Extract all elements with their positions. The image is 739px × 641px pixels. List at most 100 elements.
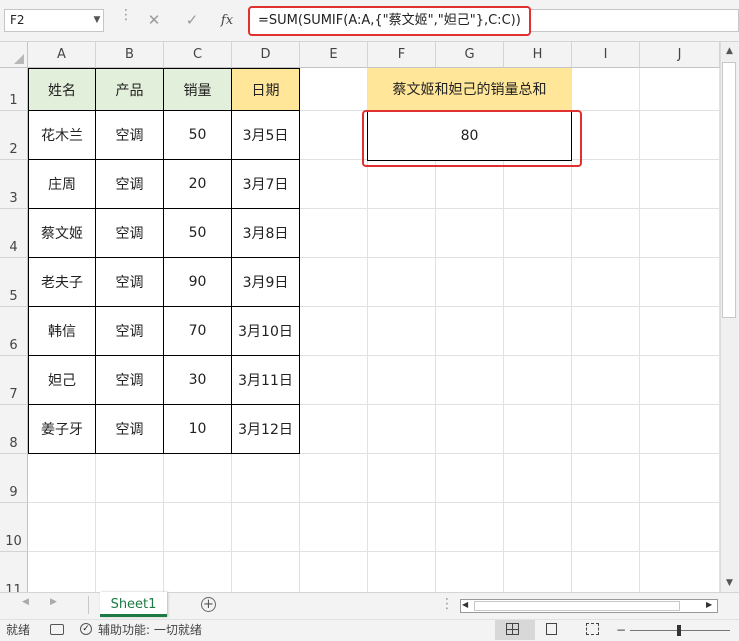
macro-record-icon[interactable] (50, 624, 64, 635)
cell-f7[interactable] (368, 356, 436, 405)
cell-g11[interactable] (436, 552, 504, 592)
formula-input-extension[interactable] (531, 9, 739, 32)
cell-j11[interactable] (640, 552, 720, 592)
table-cell[interactable]: 90 (164, 258, 232, 307)
cell-g9[interactable] (436, 454, 504, 503)
table-cell[interactable]: 韩信 (28, 307, 96, 356)
column-header-j[interactable]: J (640, 42, 720, 68)
cell-g8[interactable] (436, 405, 504, 454)
table-cell[interactable]: 20 (164, 160, 232, 209)
cell-j2[interactable] (640, 111, 720, 160)
table-cell[interactable]: 3月5日 (232, 111, 300, 160)
cell-i5[interactable] (572, 258, 640, 307)
cell-e1[interactable] (300, 68, 368, 111)
cell-f9[interactable] (368, 454, 436, 503)
cell-f8[interactable] (368, 405, 436, 454)
table-header-cell[interactable]: 销量 (164, 68, 232, 111)
cell-g7[interactable] (436, 356, 504, 405)
column-header-a[interactable]: A (28, 42, 96, 68)
cell-g3[interactable] (436, 160, 504, 209)
cell-g6[interactable] (436, 307, 504, 356)
cell-j10[interactable] (640, 503, 720, 552)
cell-a9[interactable] (28, 454, 96, 503)
table-header-cell[interactable]: 产品 (96, 68, 164, 111)
spreadsheet-grid[interactable]: A B C D E F G H I J 1 2 3 4 5 6 7 8 9 10… (0, 42, 720, 592)
cell-e3[interactable] (300, 160, 368, 209)
cell-f11[interactable] (368, 552, 436, 592)
cell-e6[interactable] (300, 307, 368, 356)
table-cell[interactable]: 70 (164, 307, 232, 356)
insert-function-icon[interactable]: fx (214, 9, 240, 32)
drag-handle-icon[interactable]: ⋮ (119, 8, 133, 30)
table-cell[interactable]: 花木兰 (28, 111, 96, 160)
column-header-h[interactable]: H (504, 42, 572, 68)
table-cell[interactable]: 庄周 (28, 160, 96, 209)
cell-b9[interactable] (96, 454, 164, 503)
cell-e8[interactable] (300, 405, 368, 454)
cell-e7[interactable] (300, 356, 368, 405)
add-sheet-icon[interactable]: + (201, 597, 216, 612)
cell-c11[interactable] (164, 552, 232, 592)
cell-f5[interactable] (368, 258, 436, 307)
row-header-4[interactable]: 4 (0, 209, 28, 258)
cell-i2[interactable] (572, 111, 640, 160)
table-cell[interactable]: 姜子牙 (28, 405, 96, 454)
row-header-9[interactable]: 9 (0, 454, 28, 503)
column-header-b[interactable]: B (96, 42, 164, 68)
cell-h10[interactable] (504, 503, 572, 552)
table-cell[interactable]: 3月8日 (232, 209, 300, 258)
cell-f4[interactable] (368, 209, 436, 258)
table-cell[interactable]: 50 (164, 209, 232, 258)
cell-f6[interactable] (368, 307, 436, 356)
page-layout-view-icon[interactable] (546, 623, 557, 635)
table-cell[interactable]: 空调 (96, 160, 164, 209)
cell-h4[interactable] (504, 209, 572, 258)
cell-d11[interactable] (232, 552, 300, 592)
zoom-out-icon[interactable]: − (616, 624, 626, 636)
cell-h8[interactable] (504, 405, 572, 454)
column-header-d[interactable]: D (232, 42, 300, 68)
row-header-5[interactable]: 5 (0, 258, 28, 307)
scroll-right-icon[interactable]: ▶ (706, 600, 712, 609)
table-cell[interactable]: 蔡文姬 (28, 209, 96, 258)
zoom-slider-thumb[interactable] (677, 625, 681, 636)
cell-d10[interactable] (232, 503, 300, 552)
cell-i8[interactable] (572, 405, 640, 454)
cell-e4[interactable] (300, 209, 368, 258)
cell-e10[interactable] (300, 503, 368, 552)
chevron-down-icon[interactable]: ▼ (90, 9, 104, 32)
cell-j9[interactable] (640, 454, 720, 503)
cell-i11[interactable] (572, 552, 640, 592)
cell-f10[interactable] (368, 503, 436, 552)
cell-j8[interactable] (640, 405, 720, 454)
cell-b10[interactable] (96, 503, 164, 552)
cell-j6[interactable] (640, 307, 720, 356)
cell-e2[interactable] (300, 111, 368, 160)
row-header-3[interactable]: 3 (0, 160, 28, 209)
table-cell[interactable]: 空调 (96, 405, 164, 454)
row-header-7[interactable]: 7 (0, 356, 28, 405)
row-header-1[interactable]: 1 (0, 68, 28, 111)
table-cell[interactable]: 3月7日 (232, 160, 300, 209)
row-header-8[interactable]: 8 (0, 405, 28, 454)
accessibility-icon[interactable]: ✓ (80, 623, 92, 635)
cell-h11[interactable] (504, 552, 572, 592)
row-header-6[interactable]: 6 (0, 307, 28, 356)
cell-i1[interactable] (572, 68, 640, 111)
cell-j4[interactable] (640, 209, 720, 258)
cell-i10[interactable] (572, 503, 640, 552)
cell-a10[interactable] (28, 503, 96, 552)
page-break-view-icon[interactable] (586, 623, 599, 635)
cell-i4[interactable] (572, 209, 640, 258)
vertical-scroll-thumb[interactable] (722, 62, 736, 318)
table-cell[interactable]: 空调 (96, 111, 164, 160)
table-cell[interactable]: 空调 (96, 307, 164, 356)
table-cell[interactable]: 老夫子 (28, 258, 96, 307)
cell-j3[interactable] (640, 160, 720, 209)
confirm-icon[interactable]: ✓ (179, 9, 205, 32)
cancel-icon[interactable]: ✕ (141, 9, 167, 32)
table-cell[interactable]: 3月9日 (232, 258, 300, 307)
table-cell[interactable]: 30 (164, 356, 232, 405)
horizontal-scroll-thumb[interactable] (474, 601, 680, 611)
table-cell[interactable]: 妲己 (28, 356, 96, 405)
